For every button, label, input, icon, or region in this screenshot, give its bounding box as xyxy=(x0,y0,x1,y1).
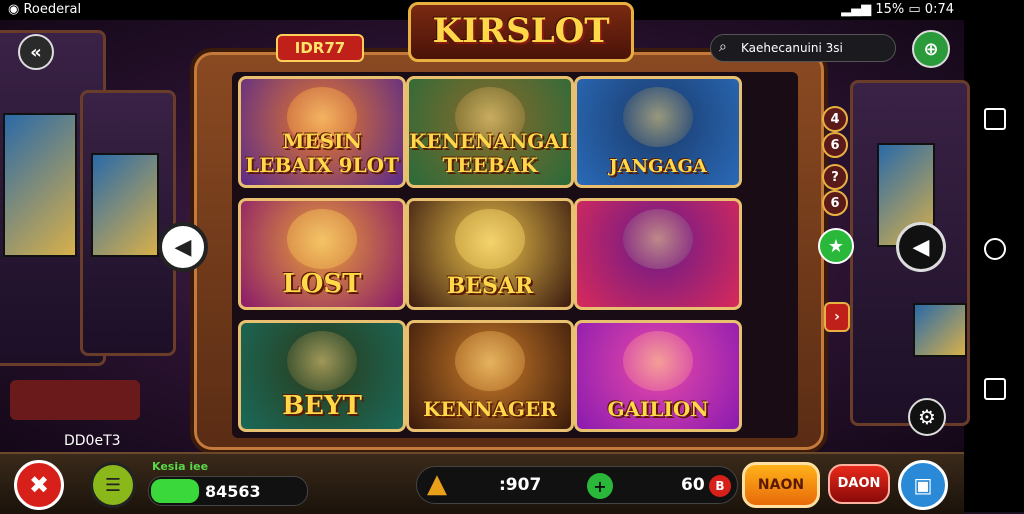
side-indicator-1: 4 xyxy=(822,106,848,132)
tile-art xyxy=(623,209,693,269)
tile-art xyxy=(455,331,525,391)
tile-label: KENNAGER xyxy=(423,397,557,421)
compass-icon[interactable]: ⊕ xyxy=(912,30,950,68)
tile-art xyxy=(287,209,357,269)
center-display: ▲ :907 + 60 B xyxy=(416,466,738,504)
credit-display: 84563 xyxy=(148,476,308,506)
credit-bar xyxy=(151,479,199,503)
info-icon[interactable]: ▣ xyxy=(898,460,948,510)
clock: 0:74 xyxy=(924,2,954,17)
coin-icon: B xyxy=(709,475,731,497)
status-right: ▂▄▆ 15% ▭ 0:74 xyxy=(841,2,954,17)
tile-label: KENENANGAIN TEEBAK xyxy=(409,129,574,177)
secondary-button[interactable]: DAON xyxy=(828,464,890,504)
star-icon[interactable]: ★ xyxy=(818,228,854,264)
menu-icon[interactable]: ☰ xyxy=(90,462,136,508)
game-logo: KIRSLOT xyxy=(408,2,634,62)
tile-label: BESAR xyxy=(446,273,534,299)
tile-art xyxy=(623,87,693,147)
wifi-icon: ◉ xyxy=(8,2,20,17)
recents-button[interactable] xyxy=(984,108,1006,130)
add-icon[interactable]: + xyxy=(587,473,613,499)
game-tile[interactable]: KENNAGER xyxy=(406,320,574,432)
back-button[interactable] xyxy=(984,378,1006,400)
game-tile[interactable]: KENENANGAIN TEEBAK xyxy=(406,76,574,188)
game-tile[interactable]: BEYT xyxy=(238,320,406,432)
tile-label: GAILION xyxy=(607,397,709,421)
battery-text: 15% xyxy=(875,2,905,17)
home-button[interactable] xyxy=(984,238,1006,260)
credit-value: 84563 xyxy=(205,482,261,501)
left-info-text: DD0eT3 xyxy=(64,433,121,449)
side-indicator-2: 6 xyxy=(822,132,848,158)
tile-art xyxy=(455,209,525,269)
arcade-cabinet-left-2 xyxy=(80,90,176,356)
game-tile[interactable] xyxy=(574,198,742,310)
tile-art xyxy=(287,331,357,391)
tile-label: MESIN LEBAIX 9LOT xyxy=(245,129,399,177)
center-value: :907 xyxy=(499,475,542,495)
game-tile[interactable]: BESAR xyxy=(406,198,574,310)
arrow-right-button[interactable]: ◀ xyxy=(896,222,946,272)
arrow-left-button[interactable]: ◀ xyxy=(158,222,208,272)
tile-label: BEYT xyxy=(282,391,362,421)
close-icon[interactable]: ✖ xyxy=(14,460,64,510)
game-tile[interactable]: MESIN LEBAIX 9LOT xyxy=(238,76,406,188)
android-nav-bar xyxy=(964,0,1024,512)
tile-label: JANGAGA xyxy=(609,156,707,177)
side-indicator-4: 6 xyxy=(822,190,848,216)
right-value: 60 xyxy=(681,475,705,495)
spin-button[interactable]: NAON xyxy=(742,462,820,508)
battery-icon: ▭ xyxy=(908,2,921,17)
search-input[interactable]: ⌕ Kaehecanuini 3si xyxy=(710,34,896,62)
game-tile[interactable]: LOST xyxy=(238,198,406,310)
arcade-stool xyxy=(10,380,140,420)
chevron-right-icon[interactable]: › xyxy=(824,302,850,332)
back-icon[interactable]: « xyxy=(18,34,54,70)
search-icon: ⌕ xyxy=(719,39,727,55)
status-left: ◉ Roederal xyxy=(8,2,81,17)
game-tile[interactable]: GAILION xyxy=(574,320,742,432)
side-indicator-3: ? xyxy=(822,164,848,190)
credit-label: Kesia iee xyxy=(152,460,209,473)
settings-icon[interactable]: ⚙ xyxy=(908,398,946,436)
tile-label: LOST xyxy=(282,269,362,299)
bottom-bar: ✖ ☰ Kesia iee 84563 ▲ :907 + 60 B NAON D… xyxy=(0,452,964,514)
flame-icon: ▲ xyxy=(427,469,447,499)
carrier-text: Roederal xyxy=(23,2,82,17)
signal-icon: ▂▄▆ xyxy=(841,2,872,17)
currency-badge: IDR77 xyxy=(276,34,364,62)
tile-art xyxy=(623,331,693,391)
game-tile[interactable]: JANGAGA xyxy=(574,76,742,188)
search-text: Kaehecanuini 3si xyxy=(741,41,843,55)
